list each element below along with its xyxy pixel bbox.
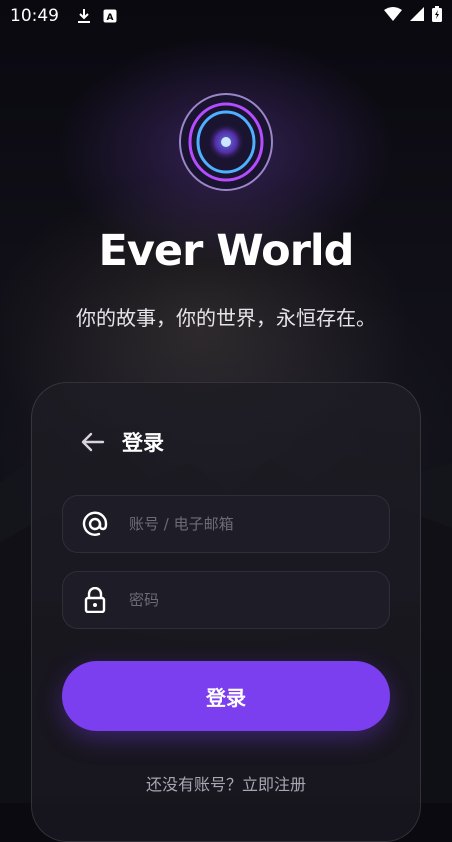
signal-icon [410,6,424,26]
password-input[interactable] [127,590,389,610]
register-link[interactable]: 还没有账号？立即注册 [32,771,420,795]
at-sign-icon [63,511,127,537]
account-field[interactable] [62,495,390,553]
card-title: 登录 [122,431,164,455]
login-card: 登录 登录 还没有账号？立即注册 [31,382,421,842]
app-tagline: 你的故事，你的世界，永恒存在。 [76,306,376,330]
wifi-icon [384,6,402,26]
status-bar: 10:49 A [0,0,452,32]
login-button[interactable]: 登录 [62,661,390,731]
lock-icon [63,587,127,613]
download-icon [77,8,91,24]
app-title: Ever World [98,226,355,276]
card-header: 登录 [78,427,164,457]
account-input[interactable] [127,514,389,534]
svg-text:A: A [107,13,114,23]
app-notification-icon: A [103,9,117,23]
status-time: 10:49 [10,6,59,26]
arrow-left-icon [81,432,105,452]
battery-icon [432,5,442,27]
password-field[interactable] [62,571,390,629]
app-logo-icon [176,92,276,192]
back-button[interactable] [78,427,108,457]
